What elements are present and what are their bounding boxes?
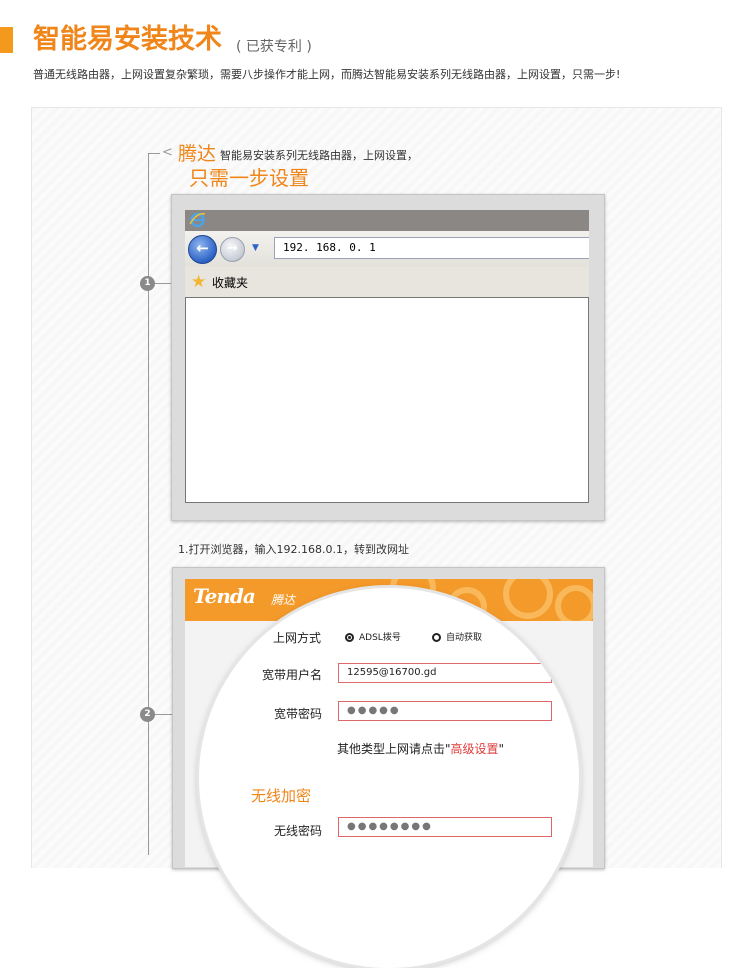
browser-viewport [185,297,589,503]
radio-adsl[interactable] [345,633,354,642]
tenda-logo: Tenda [193,584,256,608]
timeline-line [148,153,149,855]
forward-button[interactable]: → [220,237,245,262]
password-field[interactable]: ●●●●● [338,701,552,721]
chevron-left-icon: < [162,145,173,160]
address-bar[interactable]: 192. 168. 0. 1 [274,237,589,259]
username-label: 宽带用户名 [261,668,322,682]
step-marker-2-connector [155,714,172,715]
radio-auto-label[interactable]: 自动获取 [446,630,482,643]
wifi-heading: 无线加密 [251,787,312,805]
advanced-hint: 其他类型上网请点击"高级设置" [337,740,504,757]
radio-auto[interactable] [432,633,441,642]
tenda-logo-cn: 腾达 [271,593,296,607]
wifi-password-label: 无线密码 [273,824,322,838]
conn-type-label: 上网方式 [272,631,321,645]
favorites-label[interactable]: 收藏夹 [212,274,248,291]
step-marker-1: 1 [140,276,155,291]
browser-titlebar [185,210,589,231]
back-arrow-icon: ← [196,239,209,257]
back-button[interactable]: ← [188,235,217,264]
favorites-star-icon[interactable]: ★ [191,272,206,292]
magnifier-lens: 上网方式 ADSL拨号 自动获取 宽带用户名 12595@16700.gd 宽带… [199,588,579,968]
step-marker-2: 2 [140,707,155,722]
username-field[interactable]: 12595@16700.gd [338,663,552,683]
page-title: 智能易安装技术 [33,24,222,55]
header-decoration [555,585,593,621]
radio-adsl-label[interactable]: ADSL拨号 [359,630,401,643]
page-description: 普通无线路由器，上网设置复杂繁琐，需要八步操作才能上网，而腾达智能易安装系列无线… [33,68,621,81]
intro-text: 智能易安装系列无线路由器，上网设置， [220,149,418,162]
forward-arrow-icon: → [227,241,238,256]
dropdown-icon[interactable]: ▼ [252,243,259,253]
advanced-settings-link[interactable]: 高级设置 [451,742,499,756]
step1-caption: 1.打开浏览器，输入192.168.0.1，转到改网址 [178,543,409,556]
intro-headline: 只需一步设置 [189,166,309,190]
patent-note: ( 已获专利 ) [236,39,312,55]
header-decoration [503,579,553,619]
advanced-hint-prefix: 其他类型上网请点击" [337,742,451,756]
ie-icon [189,211,206,228]
step-marker-1-connector [155,283,171,284]
timeline-top-stub [148,153,160,154]
advanced-hint-suffix: " [498,742,505,756]
title-accent-bar [0,27,13,53]
wifi-password-field[interactable]: ●●●●●●●● [338,817,552,837]
password-label: 宽带密码 [273,707,322,721]
